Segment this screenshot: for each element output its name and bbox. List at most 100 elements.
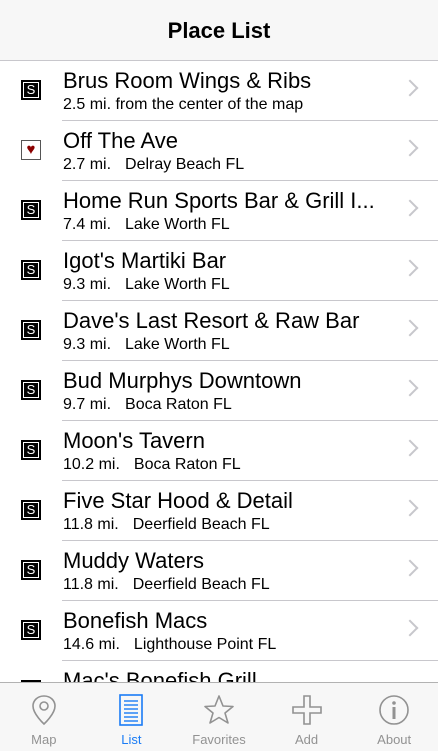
list-item-text: Bud Murphys Downtown 9.7 mi. Boca Raton FL (63, 367, 394, 415)
chevron-right-icon (401, 259, 419, 277)
place-distance: 10.2 mi. (63, 456, 120, 473)
list-item[interactable]: S Muddy Waters 11.8 mi. Deerfield Beach FL (0, 541, 438, 601)
chevron-right-icon (401, 199, 419, 217)
place-distance: 7.4 mi. (63, 216, 112, 233)
place-location: Lake Worth FL (125, 276, 230, 293)
place-subtitle: 2.7 mi. Delray Beach FL (63, 155, 394, 175)
spot-s-letter: S (23, 442, 39, 458)
place-name: Mac's Bonefish Grill (63, 668, 257, 682)
spot-s-icon: S (21, 200, 41, 220)
place-subtitle: 9.7 mi. Boca Raton FL (63, 395, 394, 415)
list-item[interactable]: S Five Star Hood & Detail 11.8 mi. Deerfiel… (0, 481, 438, 541)
place-distance: 14.6 mi. (63, 636, 120, 653)
list-item-text: Muddy Waters 11.8 mi. Deerfield Beach FL (63, 547, 394, 595)
spot-s-icon: S (21, 260, 41, 280)
place-distance: 9.7 mi. (63, 396, 112, 413)
chevron-right-icon (401, 139, 419, 157)
list-item-text: Moon's Tavern 10.2 mi. Boca Raton FL (63, 427, 394, 475)
place-distance: 9.3 mi. (63, 336, 112, 353)
place-name: Off The Ave (63, 128, 178, 153)
chevron-right-icon (401, 319, 419, 337)
place-location: Lighthouse Point FL (133, 636, 277, 653)
star-icon (204, 695, 234, 724)
tab-label: About (377, 732, 412, 747)
place-location: Deerfield Beach FL (132, 576, 270, 593)
place-subtitle: 14.6 mi. Lighthouse Point FL (63, 635, 394, 655)
chevron-right-icon (401, 499, 419, 517)
spot-s-icon: S (21, 380, 41, 400)
place-subtitle: 9.3 mi. Lake Worth FL (63, 335, 394, 355)
place-list[interactable]: S Brus Room Wings & Ribs 2.5 mi. from the … (0, 61, 438, 682)
place-subtitle: 9.3 mi. Lake Worth FL (63, 275, 394, 295)
place-name: Muddy Waters (63, 548, 205, 573)
tab-add[interactable]: Add (263, 683, 351, 751)
list-item[interactable]: S Bud Murphys Downtown 9.7 mi. Boca Raton F… (0, 361, 438, 421)
place-name: Home Run Sports Bar & Grill I... (63, 188, 375, 213)
place-name: Moon's Tavern (63, 428, 205, 453)
place-subtitle: 11.8 mi. Deerfield Beach FL (63, 575, 394, 595)
list-item-text: Home Run Sports Bar & Grill I... 7.4 mi. L… (63, 187, 394, 235)
spot-s-letter: S (23, 322, 39, 338)
spot-s-letter: S (23, 622, 39, 638)
tab-favorites[interactable]: Favorites (175, 683, 263, 751)
chevron-right-icon (401, 79, 419, 97)
list-item[interactable]: SMac's Bonefish Grill (0, 661, 438, 682)
place-location: Deerfield Beach FL (132, 516, 270, 533)
map-pin-icon (31, 695, 56, 726)
tab-bar: Map List Favorites Add About (0, 682, 438, 751)
list-item[interactable]: S Igot's Martiki Bar 9.3 mi. Lake Worth FL (0, 241, 438, 301)
plus-icon (291, 695, 322, 725)
place-name: Dave's Last Resort & Raw Bar (63, 308, 360, 333)
spot-s-letter: S (23, 502, 39, 518)
chevron-right-icon (401, 559, 419, 577)
place-subtitle: 10.2 mi. Boca Raton FL (63, 455, 394, 475)
list-item[interactable]: S Brus Room Wings & Ribs 2.5 mi. from the … (0, 61, 438, 121)
tab-label: List (121, 732, 142, 747)
place-subtitle: 7.4 mi. Lake Worth FL (63, 215, 394, 235)
spot-s-letter: S (23, 82, 39, 98)
tab-label: Add (295, 732, 319, 747)
spot-s-icon: S (21, 500, 41, 520)
spot-s-icon: S (21, 440, 41, 460)
list-item[interactable]: S Home Run Sports Bar & Grill I... 7.4 mi.… (0, 181, 438, 241)
place-distance: 9.3 mi. (63, 276, 112, 293)
chevron-right-icon (401, 439, 419, 457)
page-title: Place List (167, 18, 271, 43)
chevron-right-icon (401, 379, 419, 397)
tab-label: Favorites (192, 732, 246, 747)
tab-list[interactable]: List (88, 683, 176, 751)
tab-map[interactable]: Map (0, 683, 88, 751)
place-name: Bonefish Macs (63, 608, 208, 633)
spot-s-letter: S (23, 562, 39, 578)
spot-s-icon: S (21, 560, 41, 580)
info-icon (379, 695, 409, 725)
list-item[interactable]: S Moon's Tavern 10.2 mi. Boca Raton FL (0, 421, 438, 481)
list-item-text: Brus Room Wings & Ribs 2.5 mi. from the c… (63, 67, 394, 115)
place-distance: 11.8 mi. (63, 576, 119, 593)
place-location: Delray Beach FL (125, 156, 245, 173)
list-item-text: Mac's Bonefish Grill (63, 667, 394, 682)
spot-s-letter: S (23, 202, 39, 218)
list-item-text: Dave's Last Resort & Raw Bar 9.3 mi. Lake … (63, 307, 394, 355)
spot-s-letter: S (23, 382, 39, 398)
place-distance: 2.5 mi. from the center of the map (63, 96, 304, 113)
place-location: Lake Worth FL (125, 336, 230, 353)
list-icon (119, 694, 144, 726)
place-name: Bud Murphys Downtown (63, 368, 302, 393)
list-item[interactable]: S Dave's Last Resort & Raw Bar 9.3 mi. Lake… (0, 301, 438, 361)
list-item-text: Bonefish Macs 14.6 mi. Lighthouse Point FL (63, 607, 394, 655)
spot-s-icon: S (21, 320, 41, 340)
list-item-text: Off The Ave 2.7 mi. Delray Beach FL (63, 127, 394, 175)
list-item[interactable]: S Bonefish Macs 14.6 mi. Lighthouse Point F… (0, 601, 438, 661)
place-distance: 11.8 mi. (63, 516, 119, 533)
heart-icon: ♥ (21, 140, 41, 160)
chevron-right-icon (401, 619, 419, 637)
list-item[interactable]: ♥ Off The Ave 2.7 mi. Delray Beach FL (0, 121, 438, 181)
tab-label: Map (31, 732, 57, 747)
list-item-text: Five Star Hood & Detail 11.8 mi. Deerfield… (63, 487, 394, 535)
place-name: Brus Room Wings & Ribs (63, 68, 312, 93)
spot-s-icon: S (21, 80, 41, 100)
place-location: Boca Raton FL (125, 396, 232, 413)
tab-about[interactable]: About (350, 683, 438, 751)
place-location: Lake Worth FL (125, 216, 230, 233)
